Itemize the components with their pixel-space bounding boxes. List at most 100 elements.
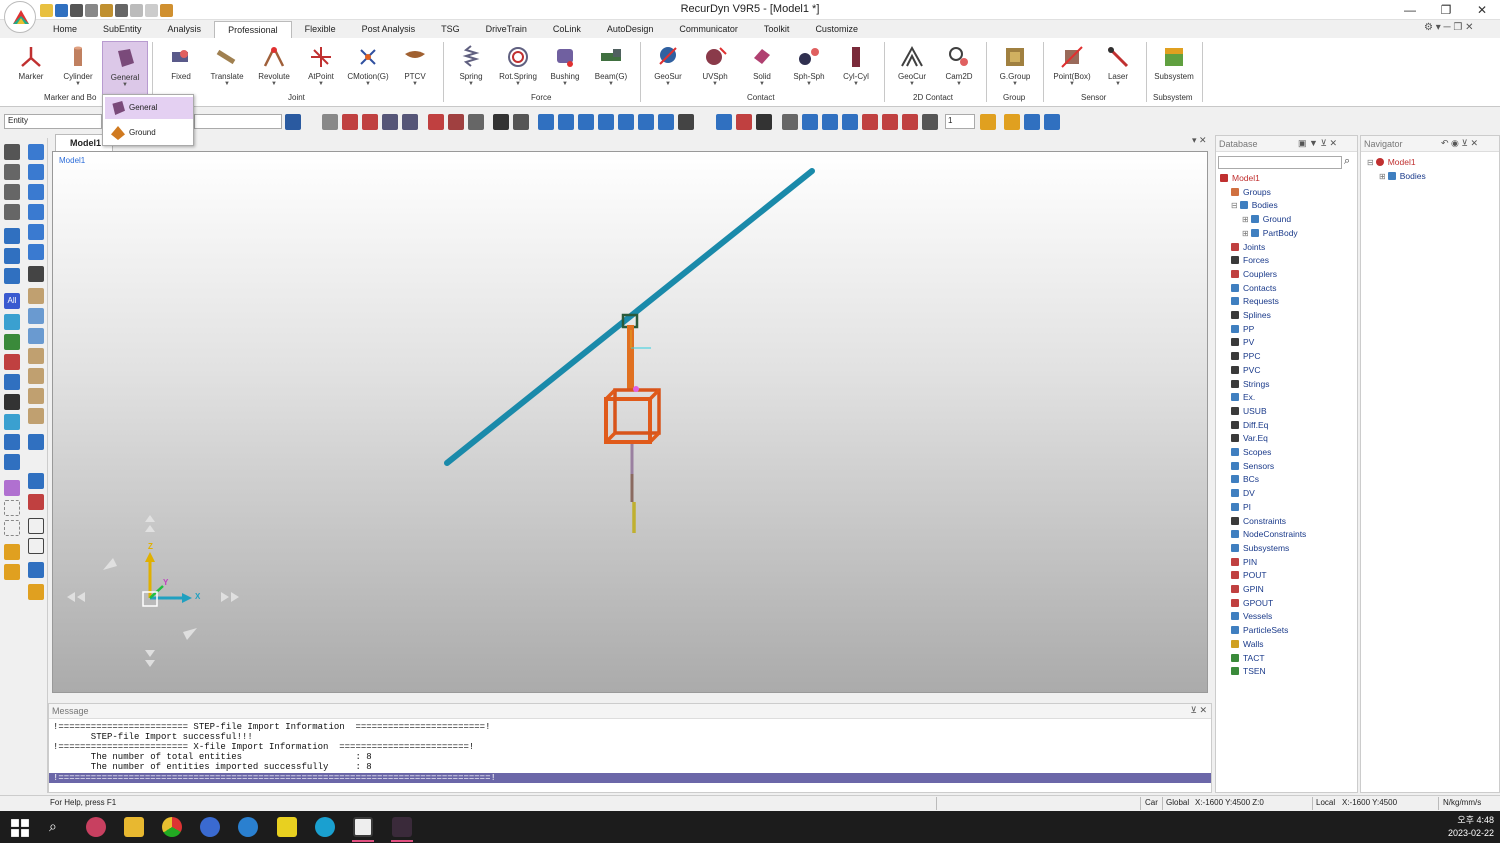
palette-icon[interactable] — [1024, 114, 1040, 130]
view-right-icon[interactable] — [598, 114, 614, 130]
axis-icon[interactable] — [736, 114, 752, 130]
tree-item-tact[interactable]: TACT — [1231, 652, 1265, 665]
database-search-input[interactable] — [1218, 156, 1342, 169]
visibility-icon[interactable] — [513, 114, 529, 130]
measure-icon[interactable] — [28, 562, 44, 578]
view-iso-icon[interactable] — [658, 114, 674, 130]
select-multi-icon[interactable] — [4, 164, 20, 180]
body-filter-icon[interactable] — [4, 228, 20, 244]
rotate-icon[interactable] — [342, 114, 358, 130]
rotate-entity-icon[interactable] — [28, 494, 44, 510]
ribbon-options-icon[interactable]: ⚙ ▾ ─ ❐ ✕ — [1424, 22, 1474, 33]
menu-item-general[interactable]: General — [105, 97, 193, 119]
close-document-icon[interactable]: ▾ ✕ — [1192, 135, 1207, 146]
force-filter-icon[interactable] — [4, 268, 20, 284]
tree-item-constraints[interactable]: Constraints — [1231, 515, 1286, 528]
menu-item-ground[interactable]: Ground — [105, 122, 193, 144]
tree-item-tsen[interactable]: TSEN — [1231, 665, 1266, 678]
snap-icon[interactable] — [428, 114, 444, 130]
entity-filter-combo[interactable]: Entity — [4, 114, 102, 129]
box-side-icon[interactable] — [28, 368, 44, 384]
view-zx-icon[interactable] — [28, 224, 44, 240]
box-front-icon[interactable] — [28, 348, 44, 364]
filter-geometry-icon[interactable] — [4, 334, 20, 350]
tab-professional[interactable]: Professional — [214, 21, 292, 38]
cam2d-button[interactable]: Cam2D ▼ — [936, 41, 982, 101]
geosur-button[interactable]: GeoSur ▼ — [645, 41, 691, 101]
expand-icon[interactable]: ⊞ — [1242, 215, 1249, 224]
cmotion-button[interactable]: CMotion(G) ▼ — [344, 41, 392, 101]
tree-item-ground[interactable]: ⊞ Ground — [1242, 213, 1291, 226]
tree-item-var-eq[interactable]: Var.Eq — [1231, 432, 1268, 445]
translate-joint-button[interactable]: Translate ▼ — [204, 41, 250, 101]
grid-icon[interactable] — [716, 114, 732, 130]
filter-marker-icon[interactable] — [4, 354, 20, 370]
message-panel-controls-icon[interactable]: ⊻ ✕ — [1190, 705, 1207, 716]
entity-name-combo[interactable] — [194, 114, 282, 129]
box-top-icon[interactable] — [28, 388, 44, 404]
explode-icon[interactable] — [28, 584, 44, 600]
box-iso-icon[interactable] — [28, 408, 44, 424]
appearance-icon[interactable] — [1044, 114, 1060, 130]
center-icon[interactable] — [448, 114, 464, 130]
select-circle-icon[interactable] — [4, 500, 20, 516]
tree-item-scopes[interactable]: Scopes — [1231, 446, 1271, 459]
navigator-panel-controls-icon[interactable]: ↶ ◉ ⊻ ✕ — [1441, 138, 1478, 149]
taskbar-search-icon[interactable]: ⌕ — [49, 818, 57, 835]
shaded-edges-icon[interactable] — [822, 114, 838, 130]
view-navigation-arrows[interactable] — [67, 515, 239, 667]
box-icon[interactable] — [28, 288, 44, 304]
filter-contact-icon[interactable] — [4, 414, 20, 430]
system-clock[interactable]: 오후 4:48 2023-02-22 — [1448, 814, 1494, 840]
view-list-icon[interactable] — [28, 434, 44, 450]
mirror-icon[interactable] — [28, 538, 44, 554]
bushing-button[interactable]: Bushing ▼ — [542, 41, 588, 101]
shaded-icon[interactable] — [802, 114, 818, 130]
group-button[interactable]: G.Group ▼ — [992, 41, 1038, 101]
tree-item-strings[interactable]: Strings — [1231, 378, 1269, 391]
view-left-icon[interactable] — [578, 114, 594, 130]
tab-post-analysis[interactable]: Post Analysis — [349, 21, 429, 38]
spring-button[interactable]: Spring ▼ — [448, 41, 494, 101]
select-remove-icon[interactable] — [4, 204, 20, 220]
material-icon[interactable] — [980, 114, 996, 130]
tree-item-couplers[interactable]: Couplers — [1231, 268, 1277, 281]
select-add-icon[interactable] — [4, 184, 20, 200]
paste-view-icon[interactable] — [902, 114, 918, 130]
view-zy-icon[interactable] — [28, 204, 44, 220]
filter-joint-icon[interactable] — [4, 374, 20, 390]
select-rect-icon[interactable] — [4, 480, 20, 496]
geocur-button[interactable]: GeoCur ▼ — [889, 41, 935, 101]
minimize-button[interactable]: — — [1392, 0, 1428, 20]
tab-home[interactable]: Home — [40, 21, 90, 38]
nav-item-bodies[interactable]: ⊞ Bodies — [1379, 170, 1426, 183]
tree-item-pvc[interactable]: PVC — [1231, 364, 1260, 377]
sph-sph-button[interactable]: Sph-Sph ▼ — [786, 41, 832, 101]
kakaotalk-icon[interactable] — [277, 817, 297, 837]
beam-button[interactable]: Beam(G) ▼ — [588, 41, 634, 101]
tab-analysis[interactable]: Analysis — [155, 21, 215, 38]
collapse-icon[interactable]: ⊟ — [1231, 201, 1238, 210]
select-polygon-icon[interactable] — [4, 520, 20, 536]
expand-icon[interactable]: ⊞ — [1379, 172, 1386, 181]
recurdyn-taskbar-icon[interactable] — [392, 817, 412, 837]
view-back-icon[interactable] — [558, 114, 574, 130]
ie-icon[interactable] — [238, 817, 258, 837]
tree-item-dv[interactable]: DV — [1231, 487, 1255, 500]
tree-item-gpout[interactable]: GPOUT — [1231, 597, 1273, 610]
tree-item-vessels[interactable]: Vessels — [1231, 610, 1272, 623]
tree-item-joints[interactable]: Joints — [1231, 241, 1265, 254]
zoom-icon[interactable] — [362, 114, 378, 130]
database-panel-controls-icon[interactable]: ▣ ▼ ⊻ ✕ — [1298, 138, 1337, 149]
tree-item-contacts[interactable]: Contacts — [1231, 282, 1277, 295]
view-rotate-icon[interactable] — [28, 266, 44, 282]
rot-spring-button[interactable]: Rot.Spring ▼ — [495, 41, 541, 101]
tree-item-subsystems[interactable]: Subsystems — [1231, 542, 1289, 555]
hidden-line-icon[interactable] — [842, 114, 858, 130]
tab-customize[interactable]: Customize — [802, 21, 871, 38]
tree-item-pi[interactable]: PI — [1231, 501, 1251, 514]
tree-item-nodeconstraints[interactable]: NodeConstraints — [1231, 528, 1306, 541]
tab-flexible[interactable]: Flexible — [292, 21, 349, 38]
box-blue-icon[interactable] — [28, 308, 44, 324]
tree-item-particlesets[interactable]: ParticleSets — [1231, 624, 1288, 637]
